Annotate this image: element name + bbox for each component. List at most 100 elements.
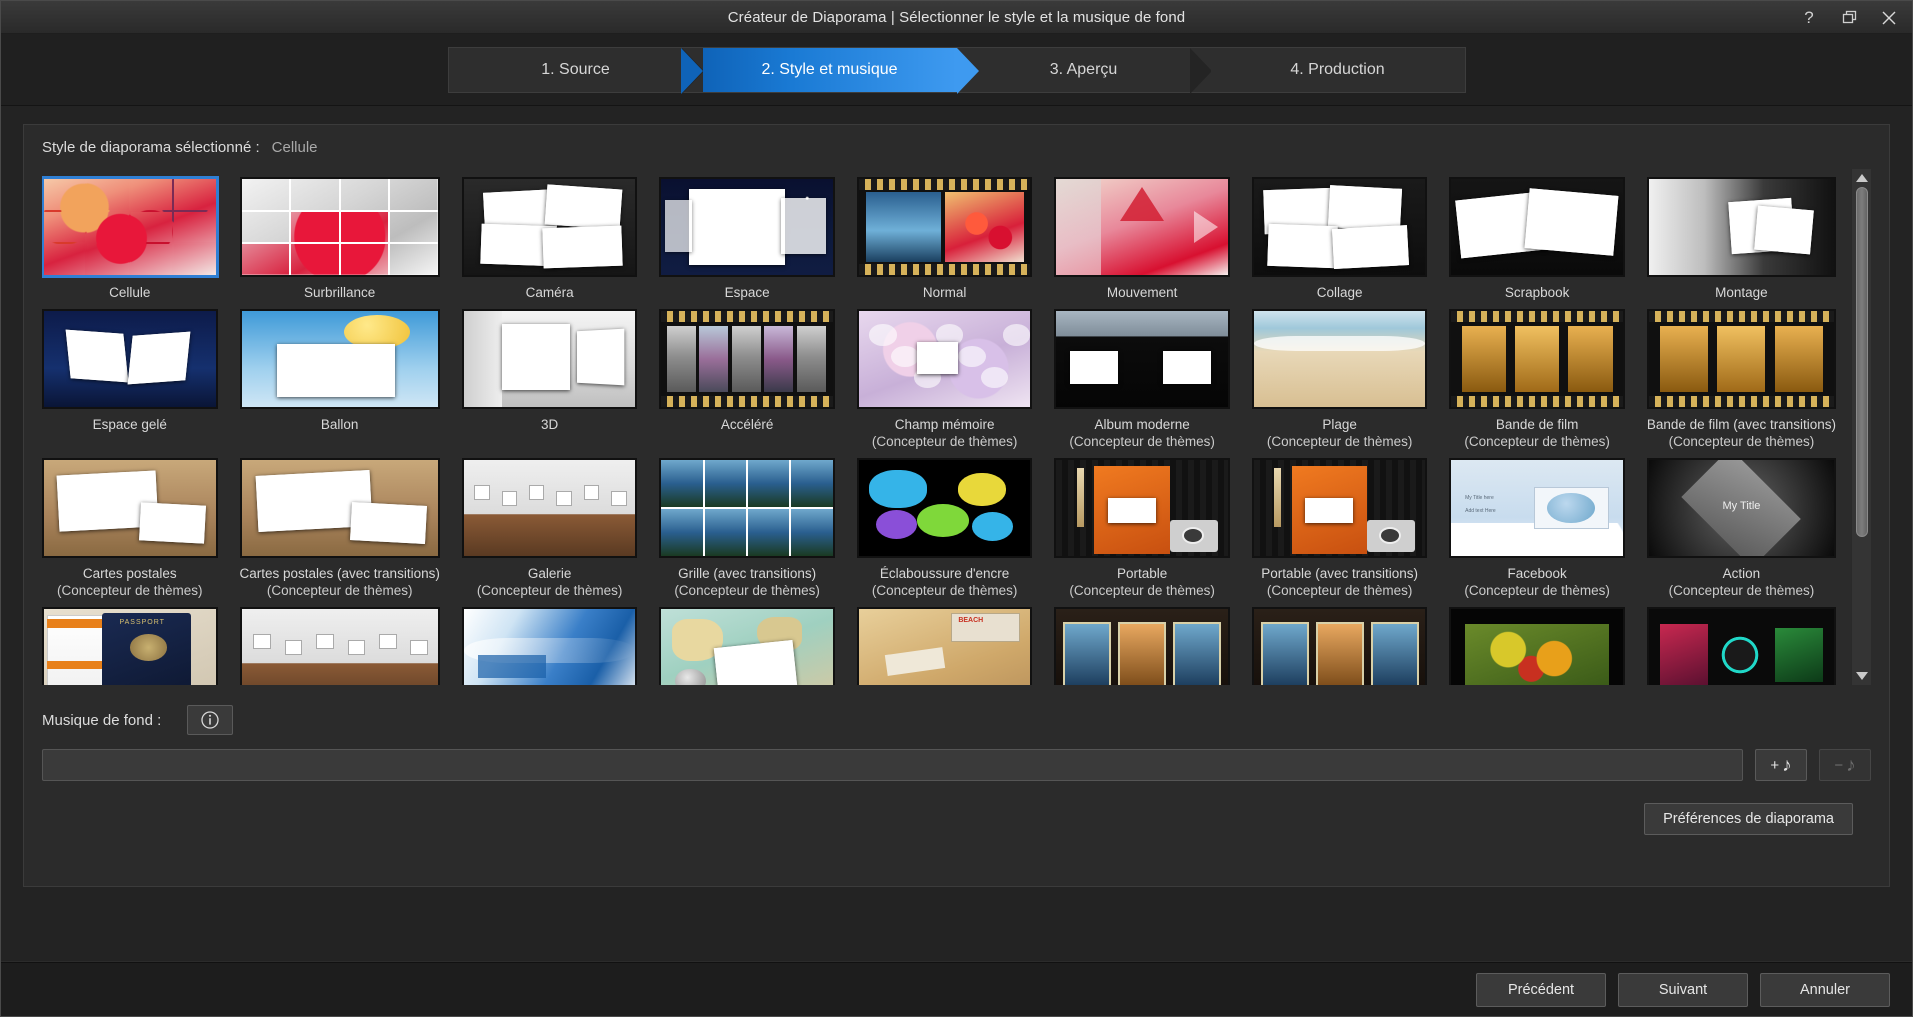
style-thumbnail-image[interactable] <box>1646 607 1836 685</box>
wizard-step-4-production[interactable]: 4. Production <box>1210 47 1465 92</box>
style-thumbnail-plage[interactable]: Plage (Concepteur de thèmes) <box>1251 301 1428 450</box>
style-thumbnail-image[interactable] <box>856 458 1033 558</box>
style-thumbnail-image[interactable] <box>659 309 835 409</box>
style-thumbnail-fleurs-noir[interactable] <box>1449 599 1625 685</box>
style-thumbnail-grille-transitions[interactable]: Grille (avec transitions) (Concepteur de … <box>659 450 835 599</box>
style-sublabel: (Concepteur de thèmes) <box>674 583 820 598</box>
style-thumbnail-image[interactable] <box>1449 309 1625 409</box>
style-thumbnail-collage[interactable]: Collage <box>1251 169 1428 301</box>
style-thumbnail-accelere[interactable]: Accéléré <box>659 301 835 450</box>
style-thumbnail-facebook[interactable]: My Title here Add text Here Facebook (Conce… <box>1449 450 1625 599</box>
style-thumbnail-image[interactable] <box>659 177 835 277</box>
style-thumbnail-espace[interactable]: Espace <box>659 169 835 301</box>
back-button[interactable]: Précédent <box>1476 972 1606 1007</box>
style-thumbnail-normal[interactable]: Normal <box>856 169 1033 301</box>
style-thumbnail-scrapbook[interactable]: Scrapbook <box>1449 169 1625 301</box>
style-thumbnail-image[interactable]: PASSPORT <box>42 607 218 685</box>
style-thumbnail-bande-de-film-transitions[interactable]: Bande de film (avec transitions) (Concept… <box>1646 301 1836 450</box>
style-thumbnail-diapos-sombres2[interactable] <box>1251 599 1428 685</box>
style-thumbnail-image[interactable] <box>239 607 440 685</box>
info-icon[interactable] <box>187 705 234 735</box>
style-thumbnail-eclaboussure[interactable]: Éclaboussure d'encre (Concepteur de thème… <box>856 450 1033 599</box>
slideshow-preferences-button[interactable]: Préférences de diaporama <box>1644 803 1853 835</box>
style-thumbnail-image[interactable] <box>1054 309 1230 409</box>
remove-music-button[interactable]: − ♪ <box>1819 749 1871 781</box>
style-thumbnail-surbrillance[interactable]: Surbrillance <box>239 169 440 301</box>
style-thumbnail-carte-monde[interactable] <box>659 599 835 685</box>
cancel-button[interactable]: Annuler <box>1760 972 1890 1007</box>
style-thumbnail-image[interactable] <box>239 458 440 558</box>
style-thumbnail-neon-noir[interactable] <box>1646 599 1836 685</box>
add-music-button[interactable]: + ♪ <box>1755 749 1807 781</box>
style-thumbnail-image[interactable]: My Title here Add text Here <box>1449 458 1625 558</box>
style-thumbnail-cartes-postales[interactable]: Cartes postales (Concepteur de thèmes) <box>42 450 218 599</box>
style-thumbnail-image[interactable] <box>461 177 638 277</box>
style-thumbnail-image[interactable] <box>856 309 1033 409</box>
style-thumbnail-plage-carte[interactable]: BEACH <box>856 599 1033 685</box>
style-thumbnail-image[interactable] <box>42 458 218 558</box>
style-thumbnail-image[interactable] <box>42 309 218 409</box>
wizard-step-3-preview[interactable]: 3. Aperçu <box>956 47 1212 94</box>
style-thumbnail-cellule[interactable]: Cellule <box>42 169 218 301</box>
style-thumbnail-image[interactable] <box>239 309 440 409</box>
scroll-up-arrow-icon[interactable] <box>1852 169 1872 187</box>
style-thumbnail-image[interactable] <box>42 177 218 277</box>
style-thumbnail-vagues-bleues[interactable] <box>461 599 638 685</box>
scroll-down-arrow-icon[interactable] <box>1852 667 1872 685</box>
thumbnail-artwork <box>1253 311 1426 407</box>
wizard-step-2-label: 2. Style et musique <box>761 60 898 78</box>
style-thumbnail-image[interactable] <box>1054 607 1230 685</box>
style-thumbnail-image[interactable] <box>461 458 638 558</box>
style-thumbnail-image[interactable] <box>1251 177 1428 277</box>
style-thumbnail-ballon[interactable]: Ballon <box>239 301 440 450</box>
style-thumbnail-image[interactable] <box>239 177 440 277</box>
help-icon[interactable]: ? <box>1796 6 1822 30</box>
style-thumbnail-image[interactable]: BEACH <box>856 607 1033 685</box>
style-thumbnail-image[interactable] <box>856 177 1033 277</box>
style-thumbnail-trois-d[interactable]: 3D <box>461 301 638 450</box>
style-thumbnail-image[interactable] <box>1449 607 1625 685</box>
style-thumbnail-image[interactable] <box>1449 177 1625 277</box>
next-button[interactable]: Suivant <box>1618 972 1748 1007</box>
style-thumbnail-champ-memoire[interactable]: Champ mémoire (Concepteur de thèmes) <box>856 301 1033 450</box>
style-thumbnail-caption: Éclaboussure d'encre (Concepteur de thème… <box>857 565 1033 599</box>
style-thumbnail-passeport[interactable]: PASSPORT <box>42 599 218 685</box>
style-thumbnail-image[interactable] <box>1646 177 1836 277</box>
wizard-step-1-source[interactable]: 1. Source <box>448 47 704 94</box>
style-thumbnail-image[interactable] <box>1054 177 1230 277</box>
style-thumbnail-camera[interactable]: Caméra <box>461 169 638 301</box>
style-thumbnail-diapos-sombres[interactable] <box>1054 599 1230 685</box>
style-name-label: Surbrillance <box>304 285 376 300</box>
style-thumbnail-cartes-postales-transitions[interactable]: Cartes postales (avec transitions) (Conce… <box>239 450 440 599</box>
style-thumbnail-image[interactable] <box>461 607 638 685</box>
thumbnail-artwork <box>1056 460 1228 556</box>
style-thumbnail-montage[interactable]: Montage <box>1646 169 1836 301</box>
style-thumbnail-image[interactable] <box>461 309 638 409</box>
style-grid-scrollbar[interactable] <box>1851 169 1871 685</box>
restore-window-icon[interactable] <box>1836 6 1862 30</box>
style-sublabel: (Concepteur de thèmes) <box>476 583 623 598</box>
style-thumbnail-image[interactable] <box>1251 607 1428 685</box>
close-icon[interactable] <box>1876 6 1902 30</box>
style-thumbnail-image[interactable] <box>1054 458 1230 558</box>
style-thumbnail-galerie[interactable]: Galerie (Concepteur de thèmes) <box>461 450 638 599</box>
style-thumbnail-galerie2[interactable] <box>239 599 440 685</box>
style-thumbnail-action[interactable]: My Title Action (Concepteur de thèmes) <box>1646 450 1836 599</box>
wizard-step-2-style-music[interactable]: 2. Style et musique <box>680 47 979 94</box>
style-thumbnail-bande-de-film[interactable]: Bande de film (Concepteur de thèmes) <box>1449 301 1625 450</box>
style-thumbnail-image[interactable] <box>659 607 835 685</box>
chevron-separator-icon <box>1189 47 1212 94</box>
style-thumbnail-portable[interactable]: Portable (Concepteur de thèmes) <box>1054 450 1230 599</box>
style-thumbnail-image[interactable] <box>1251 309 1428 409</box>
style-thumbnail-portable-transitions[interactable]: Portable (avec transitions) (Concepteur d… <box>1251 450 1428 599</box>
scrollbar-track[interactable] <box>1852 187 1872 667</box>
background-music-input[interactable] <box>42 749 1743 781</box>
style-thumbnail-image[interactable] <box>1251 458 1428 558</box>
style-thumbnail-espace-gele[interactable]: Espace gelé <box>42 301 218 450</box>
scrollbar-thumb[interactable] <box>1855 187 1868 538</box>
style-thumbnail-image[interactable] <box>1646 309 1836 409</box>
style-thumbnail-image[interactable] <box>659 458 835 558</box>
style-thumbnail-album-moderne[interactable]: Album moderne (Concepteur de thèmes) <box>1054 301 1230 450</box>
style-thumbnail-mouvement[interactable]: Mouvement <box>1054 169 1230 301</box>
style-thumbnail-image[interactable]: My Title <box>1646 458 1836 558</box>
